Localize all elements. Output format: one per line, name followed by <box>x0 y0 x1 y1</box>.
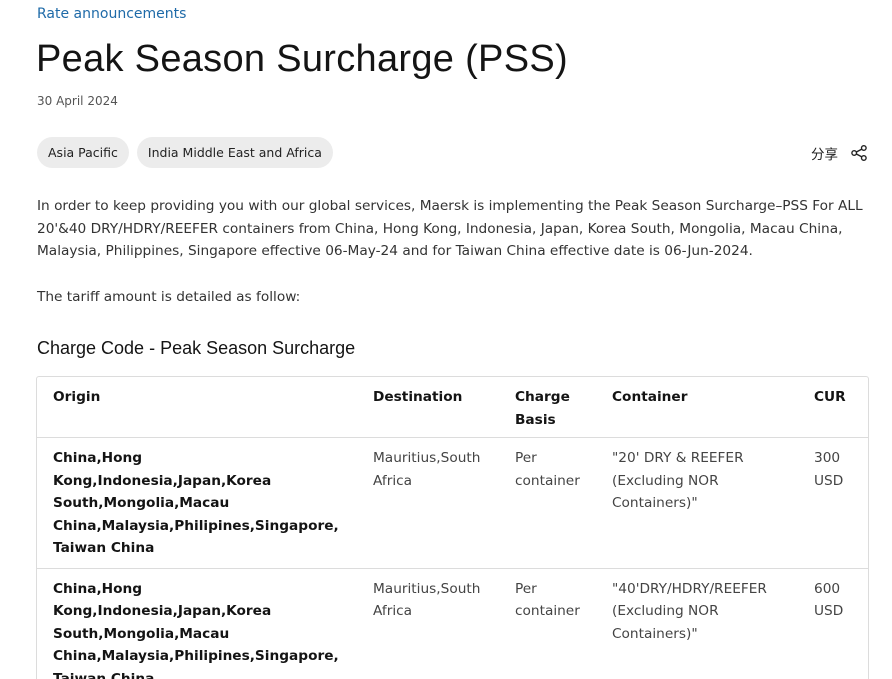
col-destination: Destination <box>373 389 463 405</box>
cell-origin: China,Hong Kong,Indonesia,Japan,Korea So… <box>53 580 339 679</box>
tag-india-middle-east-africa[interactable]: India Middle East and Africa <box>136 137 333 168</box>
page-title: Peak Season Surcharge (PSS) <box>36 38 568 80</box>
share-label: 分享 <box>811 147 838 163</box>
breadcrumb-rate-announcements[interactable]: Rate announcements <box>37 6 186 22</box>
publish-date: 30 April 2024 <box>37 94 118 108</box>
page: Rate announcements Peak Season Surcharge… <box>0 0 892 679</box>
cell-cur: 600 USD <box>814 580 844 620</box>
table-header-row: Origin Destination Charge Basis Containe… <box>37 377 868 438</box>
table-row: China,Hong Kong,Indonesia,Japan,Korea So… <box>37 568 868 679</box>
cell-charge-basis: Per container <box>515 580 580 620</box>
charge-code-heading: Charge Code - Peak Season Surcharge <box>37 338 356 358</box>
col-charge-basis: Charge Basis <box>515 389 570 428</box>
cell-destination: Mauritius,South Africa <box>373 450 481 489</box>
cell-charge-basis: Per container <box>515 450 580 489</box>
tariff-intro-text: The tariff amount is detailed as follow: <box>37 289 301 305</box>
cell-cur: 300 USD <box>814 450 844 489</box>
tariff-table: Origin Destination Charge Basis Containe… <box>36 376 869 679</box>
tag-asia-pacific[interactable]: Asia Pacific <box>37 137 129 168</box>
col-container: Container <box>612 389 688 405</box>
cell-origin: China,Hong Kong,Indonesia,Japan,Korea So… <box>53 450 339 556</box>
intro-paragraph: In order to keep providing you with our … <box>37 198 863 259</box>
col-cur: CUR <box>814 389 846 405</box>
share-button[interactable]: 分享 <box>811 143 868 163</box>
table-row: China,Hong Kong,Indonesia,Japan,Korea So… <box>37 437 868 569</box>
share-icon <box>851 145 867 161</box>
cell-container: "40'DRY/HDRY/REEFER (Excluding NOR Conta… <box>612 580 767 642</box>
col-origin: Origin <box>53 389 101 405</box>
cell-container: "20' DRY & REEFER (Excluding NOR Contain… <box>612 450 744 511</box>
cell-destination: Mauritius,South Africa <box>373 580 481 620</box>
tag-list: Asia Pacific India Middle East and Afric… <box>37 137 333 168</box>
